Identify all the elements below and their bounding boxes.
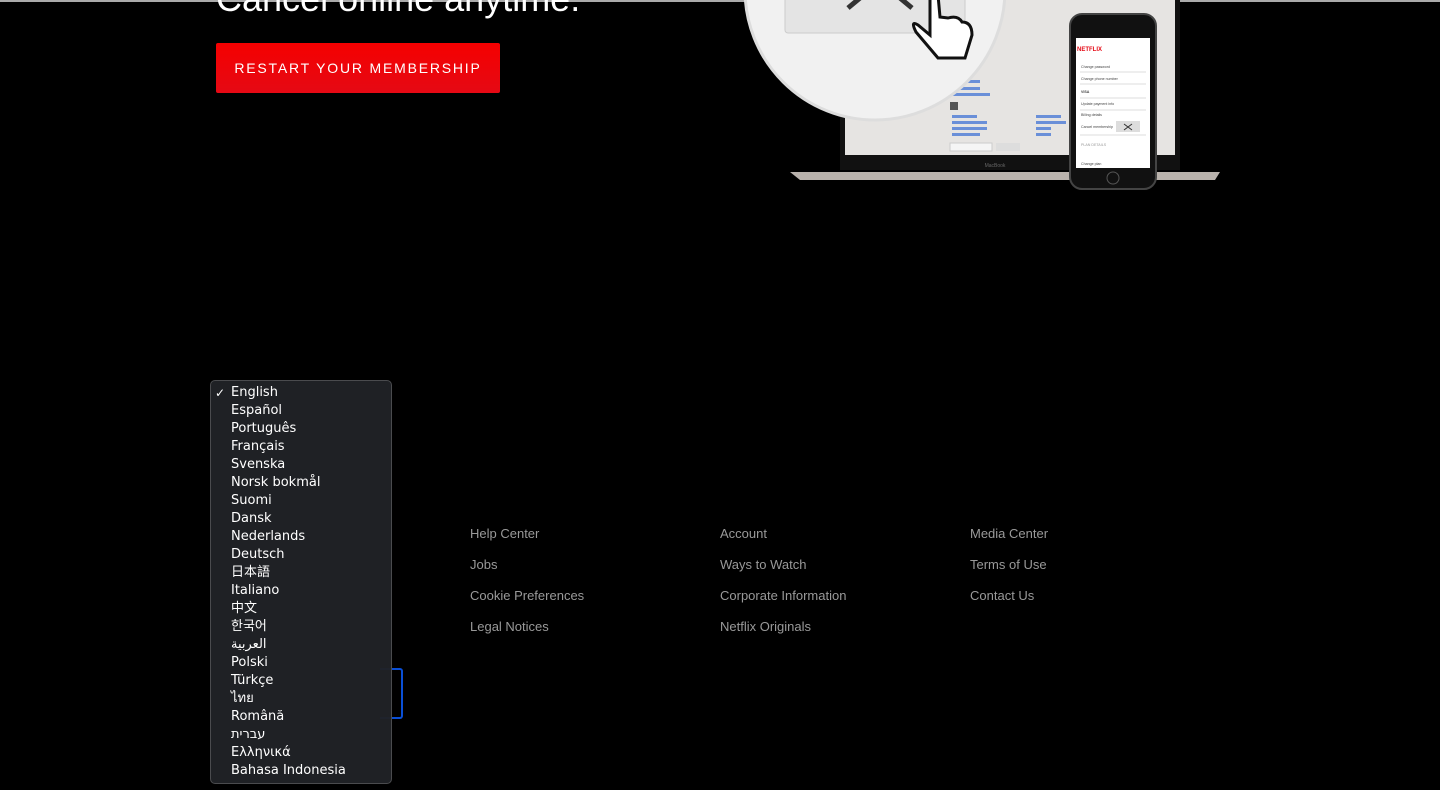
phone-row-change-phone: Change phone number	[1081, 77, 1119, 81]
phone-netflix-logo: NETFLIX	[1077, 47, 1102, 53]
language-option[interactable]: Ελληνικά	[211, 744, 391, 762]
language-option[interactable]: 한국어	[211, 618, 391, 636]
language-option-label: Italiano	[231, 583, 280, 598]
language-option[interactable]: Svenska	[211, 456, 391, 474]
phone-row-visa: VISA	[1081, 90, 1090, 94]
phone-row-billing-details: Billing details	[1081, 113, 1102, 117]
phone-row-change-password: Change password	[1081, 65, 1110, 69]
language-option-label: Français	[231, 439, 285, 454]
language-option[interactable]: ✓ English	[211, 384, 391, 402]
language-option[interactable]: Nederlands	[211, 528, 391, 546]
language-option[interactable]: Português	[211, 420, 391, 438]
language-option[interactable]: Español	[211, 402, 391, 420]
phone-row-change-plan: Change plan	[1081, 162, 1101, 166]
footer-link-media-center[interactable]: Media Center	[970, 525, 1048, 556]
language-option-label: Türkçe	[231, 673, 274, 688]
language-option-label: Polski	[231, 655, 268, 670]
footer-column-2: Account Ways to Watch Corporate Informat…	[720, 525, 846, 649]
laptop-label: MacBook	[985, 163, 1006, 169]
footer-link-help-center[interactable]: Help Center	[470, 525, 584, 556]
language-option-label: Dansk	[231, 511, 272, 526]
phone-row-plan-details: PLAN DETAILS	[1081, 143, 1107, 147]
language-option-label: Română	[231, 709, 285, 724]
language-option-label: Nederlands	[231, 529, 306, 544]
language-option[interactable]: العربية	[211, 636, 391, 654]
language-option-label: 한국어	[231, 619, 267, 634]
language-option-label: English	[231, 385, 278, 400]
hero-headline: Cancel online anytime.	[216, 0, 580, 20]
language-option-label: ไทย	[231, 691, 254, 706]
phone-row-cancel-membership: Cancel membership	[1081, 125, 1113, 129]
language-option[interactable]: Română	[211, 708, 391, 726]
language-option[interactable]: 日本語	[211, 564, 391, 582]
language-option-label: 日本語	[231, 565, 271, 580]
language-option-label: 中文	[231, 601, 258, 616]
language-option-label: Español	[231, 403, 283, 418]
language-option[interactable]: Norsk bokmål	[211, 474, 391, 492]
language-option-label: Suomi	[231, 493, 272, 508]
language-option[interactable]: Dansk	[211, 510, 391, 528]
language-option[interactable]: עברית	[211, 726, 391, 744]
language-option-label: עברית	[231, 727, 266, 742]
language-dropdown-menu[interactable]: ✓ English Español Português Français Svenska N…	[210, 380, 392, 784]
footer-link-account[interactable]: Account	[720, 525, 846, 556]
language-option[interactable]: Italiano	[211, 582, 391, 600]
devices-illustration: MacBook NETFLIX Change password Change p…	[743, 0, 1220, 190]
footer-link-jobs[interactable]: Jobs	[470, 556, 584, 587]
language-option-label: Ελληνικά	[231, 745, 291, 760]
footer-link-ways-to-watch[interactable]: Ways to Watch	[720, 556, 846, 587]
language-option[interactable]: Türkçe	[211, 672, 391, 690]
language-option-label: Deutsch	[231, 547, 285, 562]
footer-link-terms-of-use[interactable]: Terms of Use	[970, 556, 1048, 587]
language-option[interactable]: Bahasa Indonesia	[211, 762, 391, 780]
footer-link-contact-us[interactable]: Contact Us	[970, 587, 1048, 618]
footer-column-3: Media Center Terms of Use Contact Us	[970, 525, 1048, 618]
language-option-label: Português	[231, 421, 297, 436]
language-option-label: Svenska	[231, 457, 286, 472]
language-option-label: العربية	[231, 637, 267, 652]
footer-link-netflix-originals[interactable]: Netflix Originals	[720, 618, 846, 649]
language-option[interactable]: Suomi	[211, 492, 391, 510]
language-option-label: Norsk bokmål	[231, 475, 321, 490]
language-option[interactable]: Français	[211, 438, 391, 456]
footer-link-corporate-information[interactable]: Corporate Information	[720, 587, 846, 618]
footer-link-legal-notices[interactable]: Legal Notices	[470, 618, 584, 649]
footer-column-1: Help Center Jobs Cookie Preferences Lega…	[470, 525, 584, 649]
footer-link-cookie-preferences[interactable]: Cookie Preferences	[470, 587, 584, 618]
language-option[interactable]: Deutsch	[211, 546, 391, 564]
restart-membership-button[interactable]: RESTART YOUR MEMBERSHIP	[216, 43, 500, 93]
phone-row-update-payment: Update payment info	[1081, 102, 1114, 106]
checkmark-icon: ✓	[215, 386, 226, 400]
language-option-label: Bahasa Indonesia	[231, 763, 346, 778]
language-option[interactable]: 中文	[211, 600, 391, 618]
language-option[interactable]: Polski	[211, 654, 391, 672]
language-option[interactable]: ไทย	[211, 690, 391, 708]
